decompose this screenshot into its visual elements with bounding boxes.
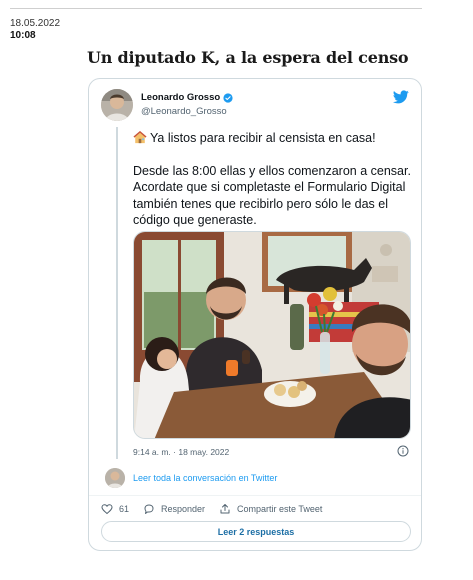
conversation-avatar[interactable] — [105, 468, 125, 488]
top-divider — [10, 8, 422, 9]
article-headline: Un diputado K, a la espera del censo — [87, 48, 409, 67]
reply-label: Responder — [161, 504, 206, 514]
like-count: 61 — [119, 504, 130, 514]
thread-line — [116, 127, 118, 459]
read-replies-button[interactable]: Leer 2 respuestas — [101, 521, 411, 542]
twitter-bird-icon[interactable] — [393, 90, 409, 104]
embedded-tweet: Leonardo Grosso @Leonardo_Grosso Ya list… — [88, 78, 422, 551]
share-label: Compartir este Tweet — [237, 504, 323, 514]
article-date: 18.05.2022 — [10, 18, 61, 29]
house-emoji-icon — [133, 131, 147, 144]
tweet-photo[interactable] — [133, 231, 411, 439]
tweet-text: Ya listos para recibir al censista en ca… — [133, 130, 413, 245]
tweet-timestamp[interactable]: 9:14 a. m. · 18 may. 2022 — [133, 447, 229, 457]
author-name[interactable]: Leonardo Grosso — [141, 92, 233, 103]
author-name-text[interactable]: Leonardo Grosso — [141, 92, 220, 103]
reply-button[interactable]: Responder — [143, 503, 205, 515]
author-handle[interactable]: @Leonardo_Grosso — [141, 106, 227, 117]
reply-icon — [144, 504, 154, 514]
tweet-paragraph-2: Desde las 8:00 ellas y ellos comenzaron … — [133, 163, 411, 228]
verified-badge-icon — [223, 92, 233, 103]
like-button[interactable]: 61 — [101, 503, 129, 515]
tweet-paragraph-1: Ya listos para recibir al censista en ca… — [133, 130, 413, 147]
conversation-link[interactable]: Leer toda la conversación en Twitter — [133, 473, 277, 483]
heart-icon — [101, 504, 113, 515]
tweet-actions: 61 Responder Compartir este Tweet — [101, 500, 336, 518]
tweet-paragraph-1-text: Ya listos para recibir al censista en ca… — [150, 131, 376, 145]
share-button[interactable]: Compartir este Tweet — [219, 503, 322, 515]
share-icon — [220, 504, 230, 514]
info-icon[interactable] — [397, 445, 409, 457]
author-avatar[interactable] — [101, 89, 133, 121]
article-time: 10:08 — [10, 30, 36, 41]
actions-divider — [89, 495, 421, 496]
